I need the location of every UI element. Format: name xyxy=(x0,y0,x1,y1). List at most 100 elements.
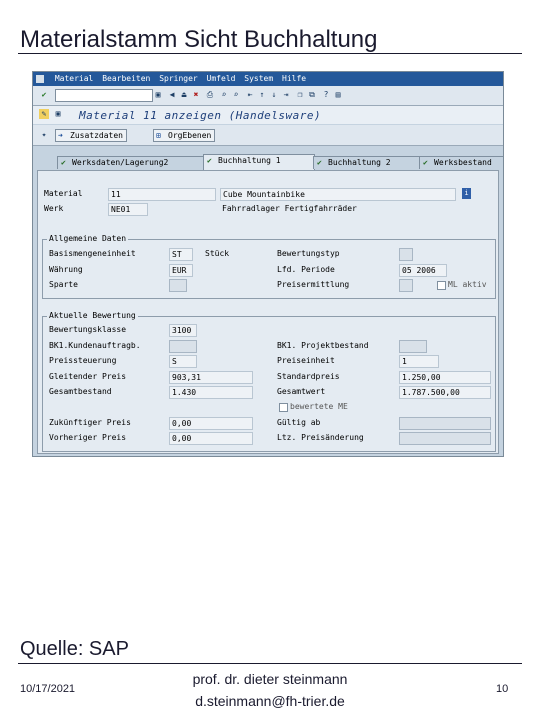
orgebenen-label: OrgEbenen xyxy=(168,131,212,140)
tab-status-icon: ✔ xyxy=(317,158,322,167)
tab-strip: ✔ Werksdaten/Lagerung2 ✔ Buchhaltung 1 ✔… xyxy=(33,154,503,170)
orgebenen-button[interactable]: ⊞ OrgEbenen xyxy=(153,129,216,142)
footer-author: prof. dr. dieter steinmann d.steinmann@f… xyxy=(180,668,360,712)
waehrung-field[interactable]: EUR xyxy=(169,264,193,277)
group-title: Allgemeine Daten xyxy=(47,234,129,244)
basismengeneinheit-text: Stück xyxy=(205,249,230,258)
title-bar: ✎ ▣ Material 11 anzeigen (Handelsware) xyxy=(33,106,503,124)
gesamtwert-label: Gesamtwert xyxy=(277,387,326,396)
preisermittlung-label: Preisermittlung xyxy=(277,280,350,289)
gleitender-preis-field[interactable]: 903,31 xyxy=(169,371,253,384)
slide-title: Materialstamm Sicht Buchhaltung xyxy=(20,26,378,53)
author-email: d.steinmann@fh-trier.de xyxy=(195,693,345,709)
projektbestand-field[interactable] xyxy=(399,340,427,353)
werk-description: Fahrradlager Fertigfahrräder xyxy=(222,204,357,213)
expand-icon[interactable]: ✦ xyxy=(39,130,49,140)
tab-werksdaten-lagerung2[interactable]: ✔ Werksdaten/Lagerung2 xyxy=(57,156,215,169)
material-field[interactable]: 11 xyxy=(108,188,216,201)
last-page-icon[interactable]: ⇥ xyxy=(281,90,291,100)
material-description[interactable]: Cube Mountainbike xyxy=(220,188,456,201)
menu-system[interactable]: System xyxy=(244,72,273,86)
source-caption: Quelle: SAP xyxy=(20,638,129,660)
bewertete-me-checkbox[interactable] xyxy=(279,403,288,412)
preiseinheit-field[interactable]: 1 xyxy=(399,355,439,368)
menu-material[interactable]: Material xyxy=(55,72,94,86)
display-icon[interactable]: ▣ xyxy=(53,109,63,119)
tab-werksbestand[interactable]: ✔ Werksbestand xyxy=(419,156,503,169)
standardpreis-field[interactable]: 1.250,00 xyxy=(399,371,491,384)
ltz-preisaenderung-label: Ltz. Preisänderung xyxy=(277,433,364,442)
find-next-icon[interactable]: ⌕ xyxy=(231,90,241,100)
bewertungstyp-label: Bewertungstyp xyxy=(277,249,340,258)
gesamtwert-field[interactable]: 1.787.500,00 xyxy=(399,386,491,399)
next-page-icon[interactable]: ↓ xyxy=(269,90,279,100)
bewertungstyp-field[interactable] xyxy=(399,248,413,261)
vorheriger-preis-field[interactable]: 0,00 xyxy=(169,432,253,445)
gueltig-ab-field[interactable] xyxy=(399,417,491,430)
cancel-icon[interactable]: ✖ xyxy=(191,90,201,100)
bewertungsklasse-field[interactable]: 3100 xyxy=(169,324,197,337)
menu-hilfe[interactable]: Hilfe xyxy=(282,72,306,86)
standardpreis-label: Standardpreis xyxy=(277,372,340,381)
save-icon[interactable]: ▣ xyxy=(153,90,163,100)
document-icon[interactable]: ✎ xyxy=(39,109,49,119)
menu-bar: Material Bearbeiten Springer Umfeld Syst… xyxy=(33,72,503,86)
screen-title: Material 11 anzeigen (Handelsware) xyxy=(79,109,322,122)
sparte-label: Sparte xyxy=(49,280,78,289)
menu-bearbeiten[interactable]: Bearbeiten xyxy=(102,72,150,86)
kundenauftragsbestand-field[interactable] xyxy=(169,340,197,353)
exit-icon[interactable]: ⏏ xyxy=(179,90,189,100)
first-page-icon[interactable]: ⇤ xyxy=(245,90,255,100)
zukuenftiger-preis-field[interactable]: 0,00 xyxy=(169,417,253,430)
layout-icon[interactable]: ▤ xyxy=(333,90,343,100)
ml-aktiv-label: ML aktiv xyxy=(448,280,487,289)
tab-buchhaltung-1[interactable]: ✔ Buchhaltung 1 xyxy=(203,154,315,170)
aktuelle-bewertung-group: Aktuelle Bewertung Bewertungsklasse 3100… xyxy=(42,311,496,452)
gesamtbestand-field[interactable]: 1.430 xyxy=(169,386,253,399)
tab-label: Buchhaltung 2 xyxy=(328,158,391,167)
shortcut-icon[interactable]: ⧉ xyxy=(307,90,317,100)
preisermittlung-field[interactable] xyxy=(399,279,413,292)
sparte-field[interactable] xyxy=(169,279,187,292)
find-icon[interactable]: ⌕ xyxy=(219,90,229,100)
standard-toolbar: ✔ ▣ ◀ ⏏ ✖ ⎙ ⌕ ⌕ ⇤ ↑ ↓ ⇥ ❐ ⧉ ? ▤ xyxy=(33,86,503,106)
ltz-preisaenderung-field[interactable] xyxy=(399,432,491,445)
new-session-icon[interactable]: ❐ xyxy=(295,90,305,100)
title-divider xyxy=(18,53,522,54)
prev-page-icon[interactable]: ↑ xyxy=(257,90,267,100)
author-name: prof. dr. dieter steinmann xyxy=(192,671,348,687)
tab-label: Werksbestand xyxy=(434,158,492,167)
basismengeneinheit-field[interactable]: ST xyxy=(169,248,193,261)
kundenauftragsbestand-label: BK1.Kundenauftragb. xyxy=(49,341,141,350)
periode-label: Lfd. Periode xyxy=(277,265,335,274)
tab-buchhaltung-2[interactable]: ✔ Buchhaltung 2 xyxy=(313,156,421,169)
footer-divider xyxy=(18,663,522,664)
gesamtbestand-label: Gesamtbestand xyxy=(49,387,112,396)
periode-field[interactable]: 05 2006 xyxy=(399,264,447,277)
basismengeneinheit-label: Basismengeneinheit xyxy=(49,249,136,258)
back-icon[interactable]: ◀ xyxy=(167,90,177,100)
bewertungsklasse-label: Bewertungsklasse xyxy=(49,325,127,334)
hierarchy-icon: ⊞ xyxy=(156,131,161,140)
zukuenftiger-preis-label: Zukünftiger Preis xyxy=(49,418,131,427)
preissteuerung-field[interactable]: S xyxy=(169,355,197,368)
menu-springer[interactable]: Springer xyxy=(159,72,198,86)
command-field[interactable] xyxy=(55,89,153,102)
info-icon[interactable]: i xyxy=(462,188,471,199)
tab-panel: Material 11 Cube Mountainbike i Werk NE0… xyxy=(37,170,499,454)
help-icon[interactable]: ? xyxy=(321,90,331,100)
group-title: Aktuelle Bewertung xyxy=(47,311,138,321)
print-icon[interactable]: ⎙ xyxy=(205,90,215,100)
sap-window-icon[interactable] xyxy=(36,75,44,83)
ml-aktiv-checkbox[interactable] xyxy=(437,281,446,290)
vorheriger-preis-label: Vorheriger Preis xyxy=(49,433,127,442)
menu-umfeld[interactable]: Umfeld xyxy=(207,72,236,86)
gueltig-ab-label: Gültig ab xyxy=(277,418,321,427)
footer-date: 10/17/2021 xyxy=(20,683,76,695)
enter-icon[interactable]: ✔ xyxy=(39,90,49,100)
tab-label: Buchhaltung 1 xyxy=(218,156,281,165)
werk-field[interactable]: NE01 xyxy=(108,203,148,216)
allgemeine-daten-group: Allgemeine Daten Basismengeneinheit ST S… xyxy=(42,234,496,299)
tab-status-icon: ✔ xyxy=(207,156,212,165)
zusatzdaten-button[interactable]: ➜ Zusatzdaten xyxy=(55,129,127,142)
